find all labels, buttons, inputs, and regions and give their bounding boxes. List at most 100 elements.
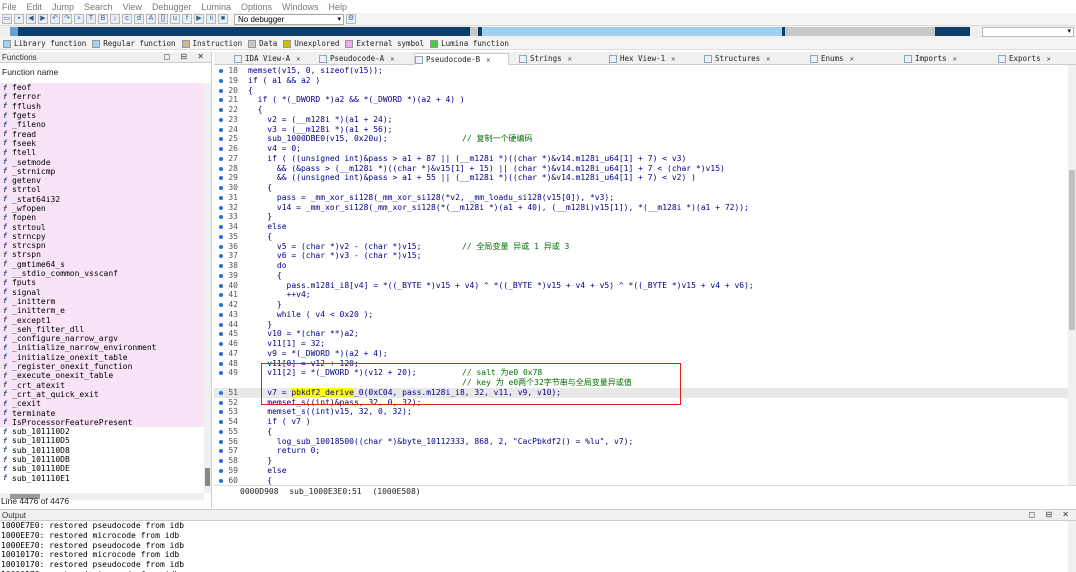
breakpoint-dot-icon[interactable]: [219, 420, 223, 424]
code-line[interactable]: 39 {: [214, 271, 1068, 281]
function-row[interactable]: f strcspn: [0, 241, 204, 251]
debugger-settings-icon[interactable]: ⚙: [346, 14, 356, 24]
functions-column-header[interactable]: Function name: [0, 63, 211, 81]
code-scrollbar[interactable]: [1068, 65, 1076, 485]
code-line[interactable]: 57 return 0;: [214, 446, 1068, 456]
function-row[interactable]: f sub_101110DB: [0, 454, 204, 465]
nav-select[interactable]: ▾: [982, 27, 1074, 37]
code-line[interactable]: 23 v2 = (__m128i *)(a1 + 24);: [214, 115, 1068, 125]
code-line[interactable]: 45 v10 = *(char **)a2;: [214, 329, 1068, 339]
code-line[interactable]: 35 {: [214, 232, 1068, 242]
function-row[interactable]: f _crt_at_quick_exit: [0, 389, 204, 400]
function-row[interactable]: f _configure_narrow_argv: [0, 334, 204, 344]
code-line[interactable]: 41 ++v4;: [214, 290, 1068, 300]
breakpoint-dot-icon[interactable]: [219, 108, 223, 112]
breakpoint-dot-icon[interactable]: [219, 225, 223, 229]
breakpoint-dot-icon[interactable]: [219, 176, 223, 181]
tab-pseudocode-a[interactable]: Pseudocode-A ✕: [319, 53, 407, 65]
breakpoint-dot-icon[interactable]: [219, 351, 223, 356]
breakpoint-dot-icon[interactable]: [219, 273, 223, 278]
function-row[interactable]: f _initterm_e: [0, 306, 204, 316]
menu-view[interactable]: View: [121, 2, 142, 12]
function-row[interactable]: f strspn: [0, 250, 204, 260]
function-row[interactable]: f signal: [0, 287, 204, 297]
function-row[interactable]: f fputs: [0, 278, 204, 288]
breakpoint-dot-icon[interactable]: [219, 127, 223, 132]
function-row[interactable]: f strtoul: [0, 222, 204, 232]
code-line[interactable]: 58 }: [214, 456, 1068, 466]
redo-icon[interactable]: ↷: [62, 14, 72, 24]
pause-icon[interactable]: ॥: [206, 14, 216, 24]
function-row[interactable]: f _initterm: [0, 296, 204, 307]
breakpoint-dot-icon[interactable]: [219, 283, 223, 288]
open-icon[interactable]: ▭: [2, 14, 12, 24]
breakpoint-dot-icon[interactable]: [219, 117, 223, 122]
breakpoint-dot-icon[interactable]: [219, 371, 223, 376]
function-row[interactable]: f _crt_atexit: [0, 380, 204, 390]
code-line[interactable]: 26 v4 = 0;: [214, 144, 1068, 154]
code-line[interactable]: 25 sub_1000DBE0(v15, 0x20u); // 复制一个硬编码: [214, 134, 1068, 144]
back-icon[interactable]: ◀: [26, 14, 36, 24]
code-line[interactable]: 38 do: [214, 261, 1068, 271]
code-line[interactable]: 40 pass.m128i_i8[v4] = *((_BYTE *)v15 + …: [214, 281, 1068, 291]
function-row[interactable]: f strncpy: [0, 231, 204, 242]
breakpoint-dot-icon[interactable]: [219, 186, 223, 190]
jump-icon[interactable]: ↓: [110, 14, 120, 24]
code-icon[interactable]: c: [122, 14, 132, 24]
close-icon[interactable]: ✕: [766, 53, 770, 65]
code-line[interactable]: 18 memset(v15, 0, sizeof(v15));: [214, 66, 1068, 76]
code-line[interactable]: 21 if ( *(_DWORD *)a2 && *(_DWORD *)(a2 …: [214, 95, 1068, 105]
menu-debugger[interactable]: Debugger: [150, 2, 192, 12]
data-icon[interactable]: d: [134, 14, 144, 24]
breakpoint-dot-icon[interactable]: [219, 342, 223, 346]
code-line[interactable]: 47 v9 = *(_DWORD *)(a2 + 4);: [214, 349, 1068, 359]
breakpoint-dot-icon[interactable]: [219, 69, 223, 73]
breakpoint-dot-icon[interactable]: [219, 137, 223, 142]
save-icon[interactable]: ▪: [14, 14, 24, 24]
code-line[interactable]: 31 pass = _mm_xor_si128(_mm_xor_si128(*v…: [214, 193, 1068, 203]
close-icon[interactable]: ✕: [1047, 53, 1051, 65]
function-row[interactable]: f _fileno: [0, 120, 204, 130]
play-icon[interactable]: ▶: [194, 14, 204, 24]
scroll-thumb[interactable]: [1069, 170, 1075, 330]
close-icon[interactable]: ✕: [671, 53, 675, 65]
code-line[interactable]: 30 {: [214, 183, 1068, 193]
function-row[interactable]: f _setmode: [0, 157, 204, 167]
breakpoint-dot-icon[interactable]: [219, 88, 223, 93]
function-row[interactable]: f __stdio_common_vsscanf: [0, 268, 204, 279]
function-row[interactable]: f fopen: [0, 213, 204, 223]
debugger-select[interactable]: No debugger ▾: [234, 13, 344, 25]
function-row[interactable]: f _initialize_narrow_environment: [0, 343, 204, 353]
menu-jump[interactable]: Jump: [50, 2, 74, 12]
code-line[interactable]: 29 && ((unsigned int)&pass > a1 + 55 || …: [214, 173, 1068, 183]
scroll-thumb[interactable]: [205, 468, 210, 486]
breakpoint-dot-icon[interactable]: [219, 312, 223, 317]
tab-enums[interactable]: Enums ✕: [810, 53, 898, 65]
breakpoint-dot-icon[interactable]: [219, 390, 223, 395]
breakpoint-dot-icon[interactable]: [219, 468, 223, 473]
close-icon[interactable]: ✕: [390, 53, 394, 65]
breakpoint-dot-icon[interactable]: [219, 195, 223, 200]
function-row[interactable]: f sub_101110DE: [0, 464, 204, 474]
breakpoint-dot-icon[interactable]: [219, 332, 223, 337]
breakpoint-dot-icon[interactable]: [219, 78, 223, 83]
breakpoint-dot-icon[interactable]: [219, 166, 223, 171]
menu-edit[interactable]: Edit: [25, 2, 43, 12]
pseudocode-view[interactable]: 18 memset(v15, 0, sizeof(v15)); 19 if ( a1 …: [214, 65, 1068, 485]
function-row[interactable]: f strtol: [0, 185, 204, 195]
code-line[interactable]: 55 {: [214, 427, 1068, 437]
code-line[interactable]: 34 else: [214, 222, 1068, 232]
panel-controls-icon[interactable]: ◻ ⊟ ✕: [164, 52, 209, 61]
menu-help[interactable]: Help: [327, 2, 348, 12]
text-search-icon[interactable]: T: [86, 14, 96, 24]
function-icon[interactable]: f: [182, 14, 192, 24]
code-line[interactable]: 53 memset_s((int)v15, 32, 0, 32);: [214, 407, 1068, 417]
tab-imports[interactable]: Imports ✕: [904, 53, 992, 65]
function-row[interactable]: f fflush: [0, 101, 204, 111]
undo-icon[interactable]: ↶: [50, 14, 60, 24]
tab-ida-view-a[interactable]: IDA View-A ✕: [234, 53, 314, 65]
code-line[interactable]: 37 v6 = (char *)v3 - (char *)v15;: [214, 251, 1068, 261]
breakpoint-dot-icon[interactable]: [219, 98, 223, 103]
code-line[interactable]: 22 {: [214, 105, 1068, 115]
stop-icon[interactable]: ■: [218, 14, 228, 24]
